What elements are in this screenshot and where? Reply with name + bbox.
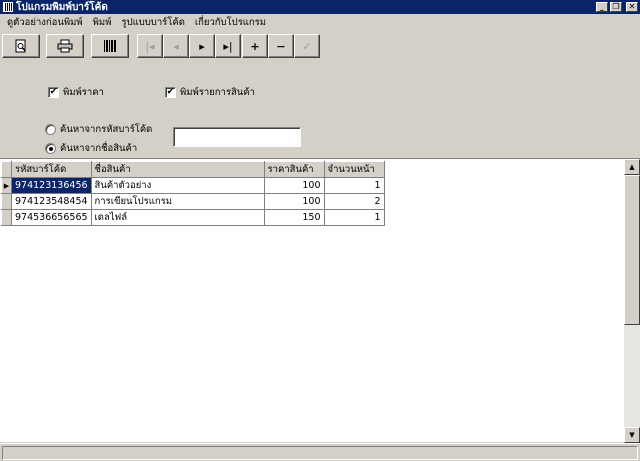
delete-record-button[interactable]: −: [268, 34, 294, 58]
cell-product-name[interactable]: สินค้าตัวอย่าง: [90, 177, 265, 194]
scroll-down-button[interactable]: ▼: [624, 427, 640, 443]
toolbar: |◂ ◂ ▸ ▸| + − ✓: [0, 32, 640, 60]
print-preview-icon: [15, 39, 26, 53]
search-by-barcode-label: ค้นหาจากรหัสบาร์โค้ด: [60, 124, 153, 135]
row-indicator: [1, 193, 12, 210]
table-row[interactable]: 974123548454 การเขียนโปรแกรม 100 2: [1, 193, 385, 210]
cell-page-count[interactable]: 1: [323, 177, 385, 194]
print-items-checkbox[interactable]: ✔: [165, 87, 176, 98]
cell-product-name[interactable]: เดลไฟล์: [90, 209, 265, 226]
minus-icon: −: [276, 39, 286, 53]
search-input[interactable]: [173, 127, 301, 147]
menu-print[interactable]: พิมพ์: [88, 15, 117, 30]
status-panel: [2, 446, 638, 460]
printer-icon: [57, 39, 73, 53]
restore-button[interactable]: ❐: [610, 2, 622, 12]
nav-first-button[interactable]: |◂: [137, 34, 163, 58]
cell-page-count[interactable]: 2: [323, 193, 385, 210]
nav-last-button[interactable]: ▸|: [215, 34, 241, 58]
cell-barcode[interactable]: 974123136456: [11, 177, 92, 194]
preview-button[interactable]: [2, 34, 40, 58]
cell-barcode[interactable]: 974123548454: [11, 193, 92, 210]
column-header-price[interactable]: ราคาสินค้า: [263, 161, 325, 178]
menu-preview[interactable]: ดูตัวอย่างก่อนพิมพ์: [2, 15, 88, 30]
search-by-barcode-radio[interactable]: [45, 124, 56, 135]
cell-price[interactable]: 100: [263, 177, 325, 194]
print-price-option[interactable]: ✔ พิมพ์ราคา: [48, 85, 104, 100]
last-record-icon: ▸|: [223, 39, 233, 53]
search-by-barcode-option[interactable]: ค้นหาจากรหัสบาร์โค้ด: [45, 122, 152, 137]
nav-prior-button[interactable]: ◂: [163, 34, 189, 58]
minimize-button[interactable]: _: [596, 2, 608, 12]
search-by-name-option[interactable]: ค้นหาจากชื่อสินค้า: [45, 141, 137, 156]
close-button[interactable]: ✕: [626, 2, 638, 12]
prior-record-icon: ◂: [173, 39, 179, 53]
barcode-icon: [104, 40, 116, 52]
print-items-label: พิมพ์รายการสินค้า: [180, 87, 255, 98]
title-bar: โปแกรมพิมพ์บาร์โค้ด _ ❐ ✕: [0, 0, 640, 14]
row-indicator: [1, 209, 12, 226]
current-row-arrow-icon: ▶: [1, 177, 12, 194]
cell-barcode[interactable]: 974536656565: [11, 209, 92, 226]
cell-page-count[interactable]: 1: [323, 209, 385, 226]
insert-record-button[interactable]: +: [242, 34, 268, 58]
menu-barcode-format[interactable]: รูปแบบบาร์โค้ด: [116, 15, 189, 30]
search-by-name-label: ค้นหาจากชื่อสินค้า: [60, 143, 138, 154]
product-table: รหัสบาร์โค้ด ชื่อสินค้า ราคาสินค้า จำนวน…: [1, 161, 385, 226]
print-price-label: พิมพ์ราคา: [63, 87, 104, 98]
first-record-icon: |◂: [145, 39, 155, 53]
menu-bar: ดูตัวอย่างก่อนพิมพ์ พิมพ์ รูปแบบบาร์โค้ด…: [0, 14, 640, 30]
checkmark-icon: ✓: [302, 39, 312, 53]
column-header-page-count[interactable]: จำนวนหน้า: [323, 161, 385, 178]
status-bar: [0, 443, 640, 461]
radio-selected-dot: [48, 146, 53, 151]
barcode-app-icon: [3, 2, 13, 12]
next-record-icon: ▸: [199, 39, 205, 53]
search-by-name-radio[interactable]: [45, 143, 56, 154]
print-price-checkbox[interactable]: ✔: [48, 87, 59, 98]
table-row[interactable]: ▶ 974123136456 สินค้าตัวอย่าง 100 1: [1, 177, 385, 194]
plus-icon: +: [250, 39, 260, 53]
table-row[interactable]: 974536656565 เดลไฟล์ 150 1: [1, 209, 385, 226]
triangle-up-icon: ▲: [629, 163, 635, 171]
print-items-option[interactable]: ✔ พิมพ์รายการสินค้า: [165, 85, 255, 100]
print-button[interactable]: [46, 34, 84, 58]
cell-price[interactable]: 150: [263, 209, 325, 226]
row-indicator-header: [1, 161, 12, 178]
post-record-button[interactable]: ✓: [294, 34, 320, 58]
column-header-barcode[interactable]: รหัสบาร์โค้ด: [11, 161, 92, 178]
scroll-thumb[interactable]: [624, 175, 640, 325]
barcode-button[interactable]: [91, 34, 129, 58]
vertical-scrollbar[interactable]: ▲ ▼: [624, 159, 640, 443]
triangle-down-icon: ▼: [629, 431, 635, 439]
nav-next-button[interactable]: ▸: [189, 34, 215, 58]
cell-product-name[interactable]: การเขียนโปรแกรม: [90, 193, 265, 210]
menu-about[interactable]: เกี่ยวกับโปรแกรม: [190, 15, 271, 30]
product-grid[interactable]: รหัสบาร์โค้ด ชื่อสินค้า ราคาสินค้า จำนวน…: [0, 158, 640, 443]
column-header-product-name[interactable]: ชื่อสินค้า: [90, 161, 265, 178]
scroll-up-button[interactable]: ▲: [624, 159, 640, 175]
table-header-row: รหัสบาร์โค้ด ชื่อสินค้า ราคาสินค้า จำนวน…: [1, 161, 385, 178]
cell-price[interactable]: 100: [263, 193, 325, 210]
window-title: โปแกรมพิมพ์บาร์โค้ด: [16, 1, 108, 13]
